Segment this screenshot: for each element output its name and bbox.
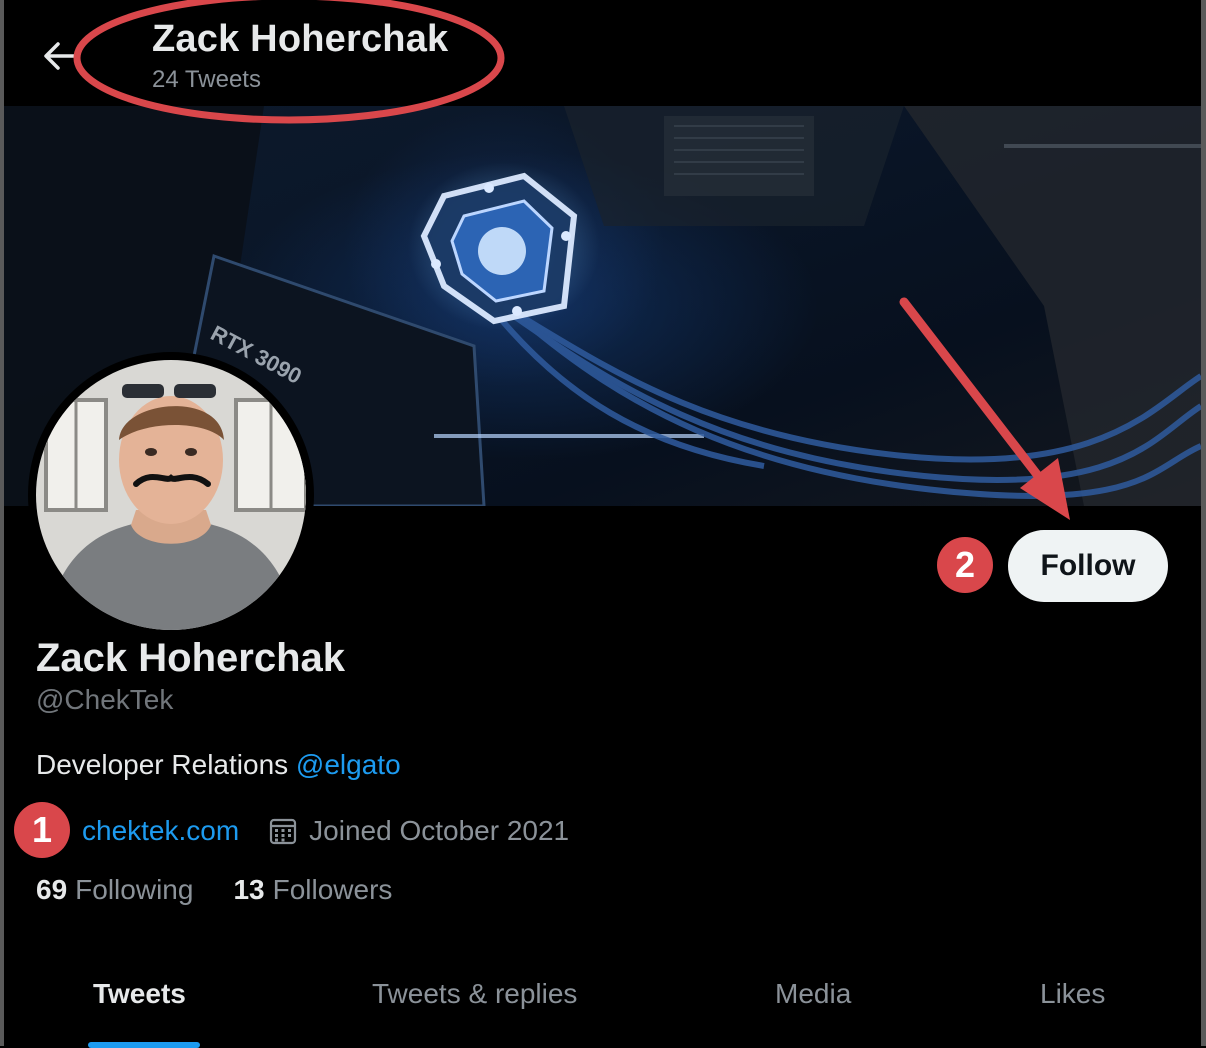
joined-date: Joined October 2021 [309, 815, 570, 846]
tab-tweets-and-replies[interactable]: Tweets & replies [372, 978, 577, 1010]
bio-mention-link[interactable]: @elgato [296, 749, 401, 780]
calendar-icon [270, 818, 297, 845]
followers-label: Followers [272, 874, 393, 905]
following-count: 69 [36, 874, 68, 905]
tab-tweets[interactable]: Tweets [93, 978, 186, 1010]
window-frame-right [1201, 0, 1206, 1046]
avatar[interactable] [28, 352, 314, 638]
followers-count: 13 [233, 874, 265, 905]
profile-header: Zack Hoherchak 24 Tweets [4, 0, 1201, 106]
follow-button[interactable]: Follow [1008, 530, 1168, 602]
website-link[interactable]: chektek.com [82, 815, 239, 847]
annotation-badge-1: 1 [14, 802, 70, 858]
header-name: Zack Hoherchak [152, 18, 449, 60]
annotation-badge-2: 2 [937, 537, 993, 593]
tab-media[interactable]: Media [775, 978, 851, 1010]
profile-stats: 69 Following 13 Followers [36, 874, 392, 906]
active-tab-indicator [88, 1042, 200, 1048]
profile-meta: chektek.com Joined October 2021 [62, 812, 569, 850]
avatar-photo [36, 360, 306, 630]
tab-likes[interactable]: Likes [1040, 978, 1105, 1010]
profile-tabs: Tweets Tweets & replies Media Likes [4, 960, 1201, 1048]
followers-link[interactable]: 13 Followers [233, 874, 392, 906]
profile-handle: @ChekTek [36, 684, 174, 715]
profile-name: Zack Hoherchak [36, 636, 346, 680]
arrow-left-icon[interactable] [40, 38, 80, 74]
following-link[interactable]: 69 Following [36, 874, 193, 906]
following-label: Following [75, 874, 194, 905]
bio-text: Developer Relations [36, 749, 296, 780]
header-tweet-count: 24 Tweets [152, 66, 261, 93]
profile-bio: Developer Relations @elgato [36, 749, 401, 781]
